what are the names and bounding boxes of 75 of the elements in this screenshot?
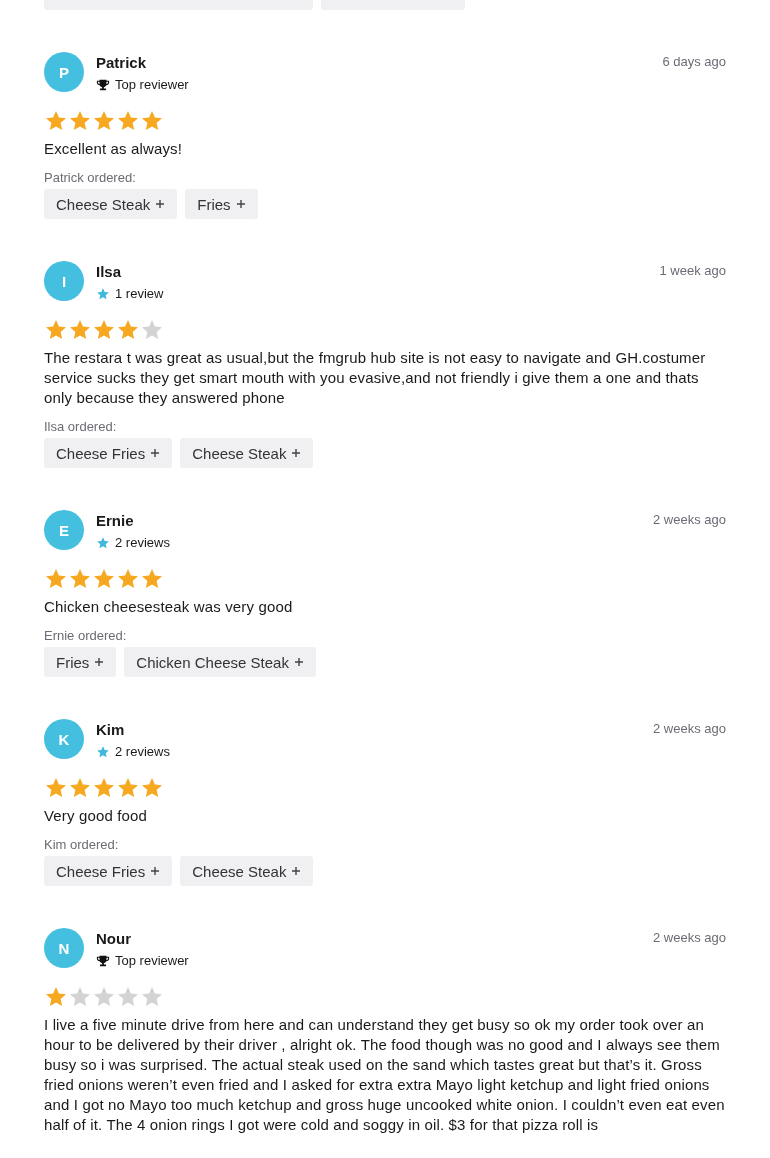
review-date: 1 week ago xyxy=(659,263,726,278)
plus-icon xyxy=(150,448,161,458)
star-icon xyxy=(140,985,164,1009)
order-item-chip[interactable]: Fries xyxy=(185,189,258,219)
star-icon xyxy=(92,318,116,342)
review-text: Excellent as always! xyxy=(44,139,184,159)
star-icon xyxy=(116,109,140,133)
reviewer-status-label: 2 reviews xyxy=(115,535,170,550)
star-icon xyxy=(116,776,140,800)
review-text: Very good food xyxy=(44,806,148,826)
order-item-chip[interactable]: Cheese Steak xyxy=(180,438,314,468)
plus-icon xyxy=(150,866,161,876)
star-icon xyxy=(116,985,140,1009)
star-icon xyxy=(116,567,140,591)
star-icon xyxy=(92,567,116,591)
star-icon xyxy=(96,744,110,759)
star-icon xyxy=(96,535,110,550)
avatar: P xyxy=(44,52,84,92)
reviewer-name: Ernie xyxy=(96,512,135,529)
review-date: 6 days ago xyxy=(662,54,726,69)
star-icon xyxy=(96,286,110,301)
star-icon xyxy=(68,776,92,800)
review-date: 2 weeks ago xyxy=(653,930,726,945)
reviewer-name: Kim xyxy=(96,721,126,738)
avatar: E xyxy=(44,510,84,550)
star-icon xyxy=(68,985,92,1009)
plus-icon xyxy=(291,448,302,458)
reviewer-name: Nour xyxy=(96,930,132,947)
plus-icon xyxy=(291,866,302,876)
reviewer-status-label: Top reviewer xyxy=(115,953,189,968)
order-item-chip[interactable]: Chicken Cheese Steak xyxy=(124,647,316,677)
star-icon xyxy=(140,567,164,591)
ordered-label: Patrick ordered: xyxy=(44,170,137,185)
plus-icon xyxy=(235,199,246,209)
ordered-label: Ernie ordered: xyxy=(44,628,128,643)
plus-icon xyxy=(293,657,304,667)
plus-icon xyxy=(155,199,166,209)
trophy-icon xyxy=(96,77,110,92)
order-item-chip[interactable]: Cheese Fries xyxy=(44,856,173,886)
plus-icon xyxy=(94,657,105,667)
star-icon xyxy=(68,567,92,591)
star-icon xyxy=(92,985,116,1009)
review-text: The restara t was great as usual,but the fmgrub hub site is not easy to navigate and GH.costumer service sucks they get smart mouth with you evasive,and not friendly i give them a one and thats only because they answered phone xyxy=(44,348,707,408)
star-icon xyxy=(44,985,68,1009)
star-icon xyxy=(92,776,116,800)
order-item-chip[interactable]: Cheese Fries xyxy=(44,438,173,468)
avatar: N xyxy=(44,928,84,968)
avatar: K xyxy=(44,719,84,759)
star-icon xyxy=(140,318,164,342)
star-icon xyxy=(140,776,164,800)
trophy-icon xyxy=(96,953,110,968)
reviewer-name: Patrick xyxy=(96,54,148,71)
star-icon xyxy=(68,318,92,342)
reviewer-status-label: 2 reviews xyxy=(115,744,170,759)
review-date: 2 weeks ago xyxy=(653,721,726,736)
review-text: Chicken cheesesteak was very good xyxy=(44,597,294,617)
avatar: I xyxy=(44,261,84,301)
star-icon xyxy=(44,776,68,800)
star-icon xyxy=(116,318,140,342)
star-icon xyxy=(140,109,164,133)
order-item-chip[interactable]: Fries xyxy=(44,647,117,677)
ordered-label: Kim ordered: xyxy=(44,837,120,852)
reviewer-status-label: 1 review xyxy=(115,286,164,301)
star-icon xyxy=(44,318,68,342)
star-icon xyxy=(44,567,68,591)
ordered-label: Ilsa ordered: xyxy=(44,419,118,434)
star-icon xyxy=(92,109,116,133)
order-item-chip[interactable]: Cheese Steak xyxy=(180,856,314,886)
star-icon xyxy=(68,109,92,133)
review-text: I live a five minute drive from here and can understand they get busy so ok my order took over an hour to be delivered by their driver , alright ok. The food though was no good and I always see them busy so i was surprised. The actual steak used on the sand which tastes great but that’s it. Gross fried onions weren’t even fried and I asked for extra extra Mayo light ketchup and light fried onions and I got no Mayo too much ketchup and gross huge uncooked white onion. I couldn’t even eat even half of it. The 4 onion rings I got were cold and soggy in oil. $3 for that pizza roll is xyxy=(44,1015,726,1135)
order-item-chip[interactable]: Cheese Steak xyxy=(44,189,178,219)
star-icon xyxy=(44,109,68,133)
reviewer-status-label: Top reviewer xyxy=(115,77,189,92)
review-date: 2 weeks ago xyxy=(653,512,726,527)
reviewer-name: Ilsa xyxy=(96,263,123,280)
